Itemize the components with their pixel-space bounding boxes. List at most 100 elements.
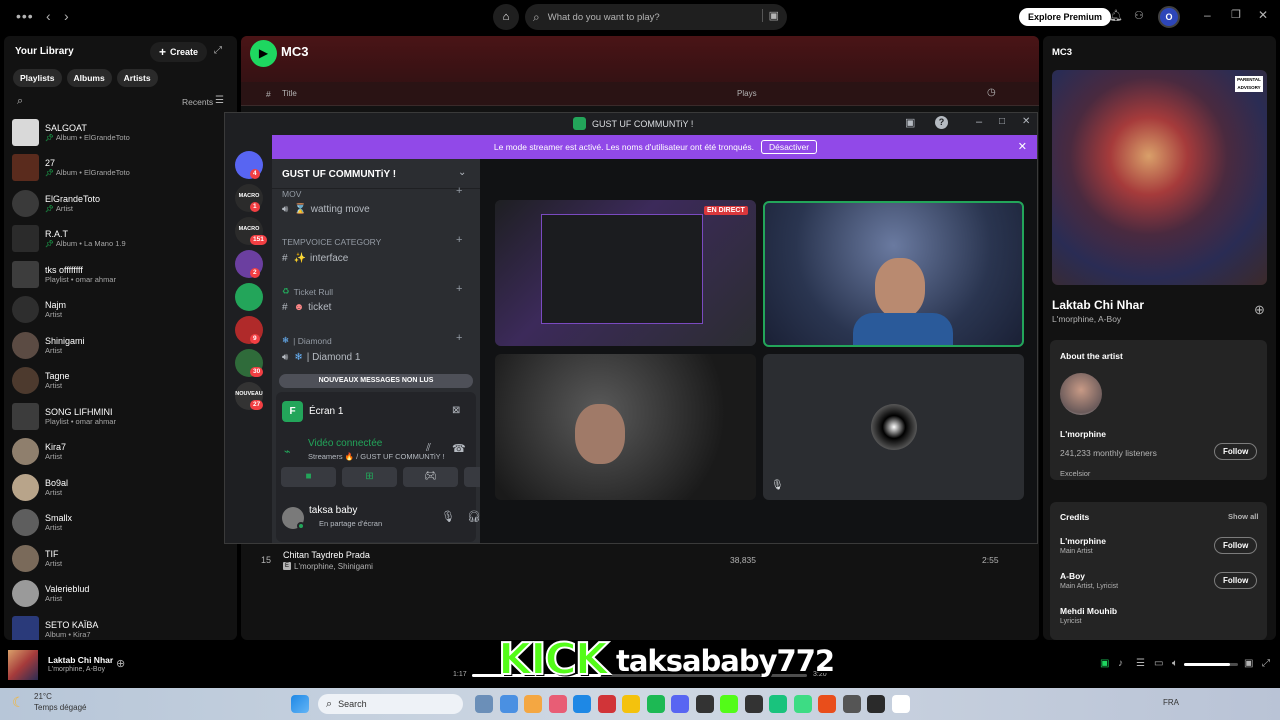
share-screen-button[interactable]: ⊞	[342, 467, 397, 487]
now-playing-artists[interactable]: L'morphine, A-Boy	[48, 666, 105, 673]
chrome-icon[interactable]	[622, 695, 640, 713]
list-item[interactable]: Shinigami Artist	[12, 329, 232, 361]
credit-name[interactable]: L'morphine	[1060, 536, 1106, 546]
github-icon[interactable]	[842, 695, 861, 713]
list-item[interactable]: R.A.T 📌︎ Album • La Mano 1.9	[12, 223, 232, 255]
discord-minimize-icon[interactable]: –	[976, 116, 982, 128]
new-messages-pill[interactable]: NOUVEAUX MESSAGES NON LUS	[279, 374, 473, 388]
volume-icon[interactable]: 🔈︎	[1172, 658, 1178, 669]
connect-device-icon[interactable]: ▭	[1154, 658, 1163, 669]
discord-icon[interactable]	[671, 695, 689, 713]
category-ticket[interactable]: ♻ Ticket Rull	[282, 286, 333, 297]
username[interactable]: taksa baby	[309, 505, 357, 516]
explore-premium-button[interactable]: Explore Premium	[1019, 8, 1112, 26]
browse-icon[interactable]: ▣	[761, 9, 779, 22]
show-all-link[interactable]: Show all	[1228, 512, 1258, 521]
song-artists[interactable]: L'morphine, A-Boy	[1052, 314, 1121, 324]
windows-start-icon[interactable]	[291, 695, 309, 713]
add-to-library-icon[interactable]: ⊕	[1254, 302, 1265, 318]
add-channel-icon[interactable]: +	[456, 283, 462, 295]
server-icon[interactable]	[235, 283, 263, 311]
headphones-icon[interactable]: 🎧︎	[467, 510, 481, 523]
channel-interface[interactable]: # ✨ interface	[282, 253, 348, 264]
audio-only-tile[interactable]: 🎙︎	[763, 354, 1024, 500]
minimize-icon[interactable]: –	[1204, 8, 1211, 22]
server-header[interactable]: GUST UF COMMUNTiY ! ⌄	[272, 159, 480, 189]
weather-moon-icon[interactable]: ☾	[12, 694, 25, 711]
bell-icon[interactable]: 🔔︎	[1109, 9, 1123, 22]
queue-icon[interactable]: ☰	[1136, 658, 1145, 669]
list-item[interactable]: 27 📌︎ Album • ElGrandeToto	[12, 152, 232, 184]
follow-button[interactable]: Follow	[1214, 537, 1258, 554]
list-item[interactable]: SONG LIFHMINI Playlist • omar ahmar	[12, 400, 232, 432]
file-explorer-icon[interactable]	[524, 695, 542, 713]
table-row[interactable]: 15 Chitan Taydreb Prada E L'morphine, Sh…	[241, 546, 1039, 574]
credit-name[interactable]: A-Boy	[1060, 571, 1085, 581]
list-item[interactable]: TIF Artist	[12, 542, 232, 574]
category-mov[interactable]: MOV	[282, 189, 301, 199]
add-channel-icon[interactable]: +	[456, 185, 462, 197]
restore-icon[interactable]: ❐	[1231, 8, 1241, 21]
filter-albums[interactable]: Albums	[66, 69, 112, 87]
more-menu-icon[interactable]: •••	[16, 8, 34, 24]
category-tempvoice[interactable]: TEMPVOICE CATEGORY	[282, 237, 381, 247]
follow-button[interactable]: Follow	[1214, 572, 1258, 589]
now-playing-view-icon[interactable]: ▣	[1100, 658, 1109, 669]
kick-icon[interactable]	[720, 695, 738, 713]
sort-label[interactable]: Recents	[182, 97, 213, 107]
artist-name[interactable]: L'morphine	[1060, 429, 1106, 439]
taskbar-search[interactable]: ⌕ Search	[318, 694, 463, 714]
fullscreen-icon[interactable]: ⤢	[1262, 658, 1270, 669]
filter-artists[interactable]: Artists	[116, 69, 158, 87]
volume-slider[interactable]	[1184, 663, 1238, 666]
track-artists[interactable]: L'morphine, Shinigami	[294, 562, 373, 571]
edge-icon[interactable]	[573, 695, 591, 713]
friends-icon[interactable]: ⚇	[1134, 9, 1144, 22]
banner-close-icon[interactable]: ✕	[1018, 140, 1027, 153]
language-indicator[interactable]: FRA	[1163, 698, 1179, 707]
voice-channel[interactable]: Streamers 🔥 / GUST UF COMMUNTiY !	[308, 452, 445, 461]
song-title[interactable]: Laktab Chi Nhar	[1052, 298, 1144, 312]
category-diamond[interactable]: ❄ | Diamond	[282, 335, 332, 346]
stop-share-icon[interactable]: ⊠	[452, 405, 460, 416]
discord-close-icon[interactable]: ✕	[1022, 116, 1030, 127]
list-item[interactable]: tks offffffff Playlist • omar ahmar	[12, 258, 232, 290]
back-arrow-icon[interactable]: ‹	[46, 8, 51, 24]
discord-maximize-icon[interactable]: □	[999, 116, 1005, 127]
library-search-icon[interactable]: ⌕	[17, 95, 23, 108]
microphone-icon[interactable]: 🎙︎	[441, 510, 455, 523]
search-bar[interactable]: ⌕ What do you want to play? ▣	[525, 4, 787, 30]
list-item[interactable]: Bo9al Artist	[12, 471, 232, 503]
list-item[interactable]: Najm Artist	[12, 294, 232, 326]
list-item[interactable]: SETO KAÏBA Album • Kira7	[12, 613, 232, 640]
list-item[interactable]: SALGOAT 📌︎ Album • ElGrandeToto	[12, 116, 232, 148]
now-playing-art[interactable]	[8, 650, 38, 680]
epic-icon[interactable]	[867, 695, 885, 713]
credit-name[interactable]: Mehdi Mouhib	[1060, 606, 1117, 616]
opera-icon[interactable]	[597, 695, 616, 713]
list-view-icon[interactable]: ☰	[215, 95, 224, 106]
channel-diamond-1[interactable]: 🔊︎ ❄ | Diamond 1	[282, 352, 360, 363]
add-to-liked-icon[interactable]: ⊕	[116, 657, 125, 670]
create-button[interactable]: + Create	[150, 42, 208, 62]
forward-arrow-icon[interactable]: ›	[64, 8, 69, 24]
steam-icon[interactable]	[695, 695, 714, 713]
mini-player-icon[interactable]: ▣	[1244, 658, 1253, 669]
camera-button[interactable]: ■	[281, 467, 336, 487]
task-view-icon[interactable]	[475, 695, 493, 713]
chatgpt-icon[interactable]	[769, 695, 787, 713]
list-item[interactable]: Kira7 Artist	[12, 436, 232, 468]
channel-watting-move[interactable]: 🔊︎ ⌛ watting move	[282, 204, 370, 215]
list-item[interactable]: Tagne Artist	[12, 365, 232, 397]
help-icon[interactable]: ?	[935, 116, 948, 129]
add-channel-icon[interactable]: +	[456, 234, 462, 246]
expand-icon[interactable]: ⤢	[214, 45, 222, 56]
search-input[interactable]: What do you want to play?	[548, 12, 660, 23]
close-icon[interactable]: ✕	[1258, 8, 1268, 22]
stream-tile[interactable]: EN DIRECT	[495, 200, 756, 346]
lyrics-icon[interactable]: ♪	[1118, 658, 1123, 669]
noise-suppression-icon[interactable]: ⫽	[426, 442, 431, 455]
disable-streamer-button[interactable]: Désactiver	[760, 140, 818, 154]
filter-playlists[interactable]: Playlists	[13, 69, 62, 87]
disconnect-icon[interactable]: ☎	[452, 442, 466, 455]
